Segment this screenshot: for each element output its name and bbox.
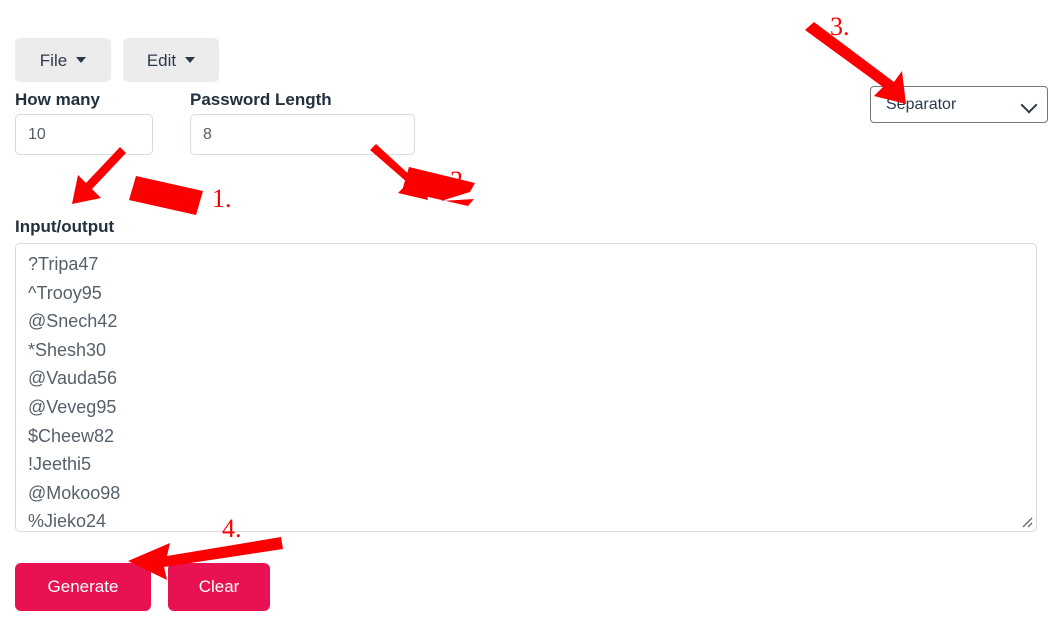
how-many-label: How many <box>15 90 101 109</box>
separator-select-wrapper: Separator <box>870 86 1048 123</box>
annotation-arrow-1 <box>72 147 203 215</box>
annotation-number-4: 4. <box>222 514 242 543</box>
annotation-number-3: 3. <box>830 12 850 41</box>
annotation-number-2: 2. <box>450 166 470 195</box>
generate-button[interactable]: Generate <box>15 563 151 611</box>
separator-select[interactable]: Separator <box>870 86 1048 123</box>
caret-down-icon <box>76 57 87 63</box>
how-many-input[interactable] <box>15 114 153 155</box>
caret-down-icon <box>185 57 196 63</box>
input-output-label: Input/output <box>15 217 115 236</box>
password-length-label: Password Length <box>190 90 332 109</box>
menu-file-button[interactable]: File <box>15 38 111 82</box>
annotation-number-1: 1. <box>212 184 232 213</box>
input-output-textarea[interactable]: ?Tripa47 ^Trooy95 @Snech42 *Shesh30 @Vau… <box>15 243 1037 532</box>
input-output-wrapper: ?Tripa47 ^Trooy95 @Snech42 *Shesh30 @Vau… <box>15 243 1037 532</box>
password-length-input[interactable] <box>190 114 415 155</box>
clear-button[interactable]: Clear <box>168 563 270 611</box>
menu-edit-label: Edit <box>146 50 177 70</box>
menu-edit-button[interactable]: Edit <box>123 38 219 82</box>
menu-file-label: File <box>39 50 68 70</box>
password-generator-app: File Edit How many Password Length Separ… <box>0 0 1051 629</box>
clear-button-label: Clear <box>198 577 240 596</box>
menu-bar: File Edit <box>15 38 219 82</box>
generate-button-label: Generate <box>47 577 119 596</box>
